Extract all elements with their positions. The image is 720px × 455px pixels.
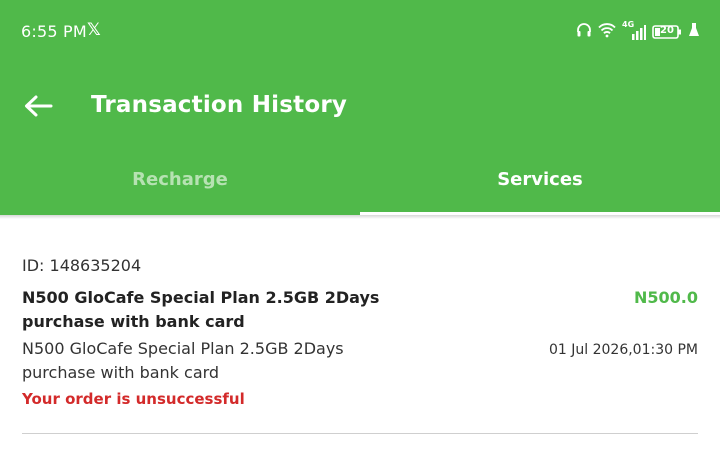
status-time: 6:55 PM [21, 22, 87, 41]
tab-bar: Recharge Services [0, 144, 720, 215]
tab-recharge[interactable]: Recharge [0, 144, 360, 215]
status-icons: 4G 20 [576, 20, 700, 42]
battery-level: 20 [660, 25, 674, 36]
transaction-amount: N500.0 [634, 288, 698, 307]
transaction-title: N500 GloCafe Special Plan 2.5GB 2Days pu… [22, 288, 380, 331]
tab-services[interactable]: Services [360, 144, 720, 215]
transaction-date: 01 Jul 2026,01:30 PM [548, 342, 698, 358]
header-shadow [0, 215, 720, 219]
battery-icon: 20 [652, 24, 682, 40]
wifi-icon [598, 22, 616, 42]
flask-icon [688, 22, 700, 42]
transaction-description: N500 GloCafe Special Plan 2.5GB 2Days pu… [22, 339, 344, 382]
tab-services-label: Services [497, 169, 583, 190]
divider [22, 433, 698, 434]
app-screen: 6:55 PM 𝕏 4G 20 Transaction History Rech… [0, 0, 720, 455]
transaction-status: Your order is unsuccessful [22, 390, 245, 408]
app-bar: Transaction History [0, 72, 720, 142]
back-button[interactable] [16, 86, 60, 130]
arrow-left-icon [23, 94, 53, 122]
status-bar: 6:55 PM 𝕏 4G 20 [0, 0, 720, 64]
page-title: Transaction History [91, 92, 348, 118]
x-logo-icon: 𝕏 [87, 20, 101, 40]
header: 6:55 PM 𝕏 4G 20 Transaction History Rech… [0, 0, 720, 215]
transaction-id: ID: 148635204 [22, 256, 142, 275]
headphones-icon [576, 22, 592, 42]
tab-recharge-label: Recharge [132, 169, 228, 190]
signal-icon: 4G [622, 20, 646, 41]
